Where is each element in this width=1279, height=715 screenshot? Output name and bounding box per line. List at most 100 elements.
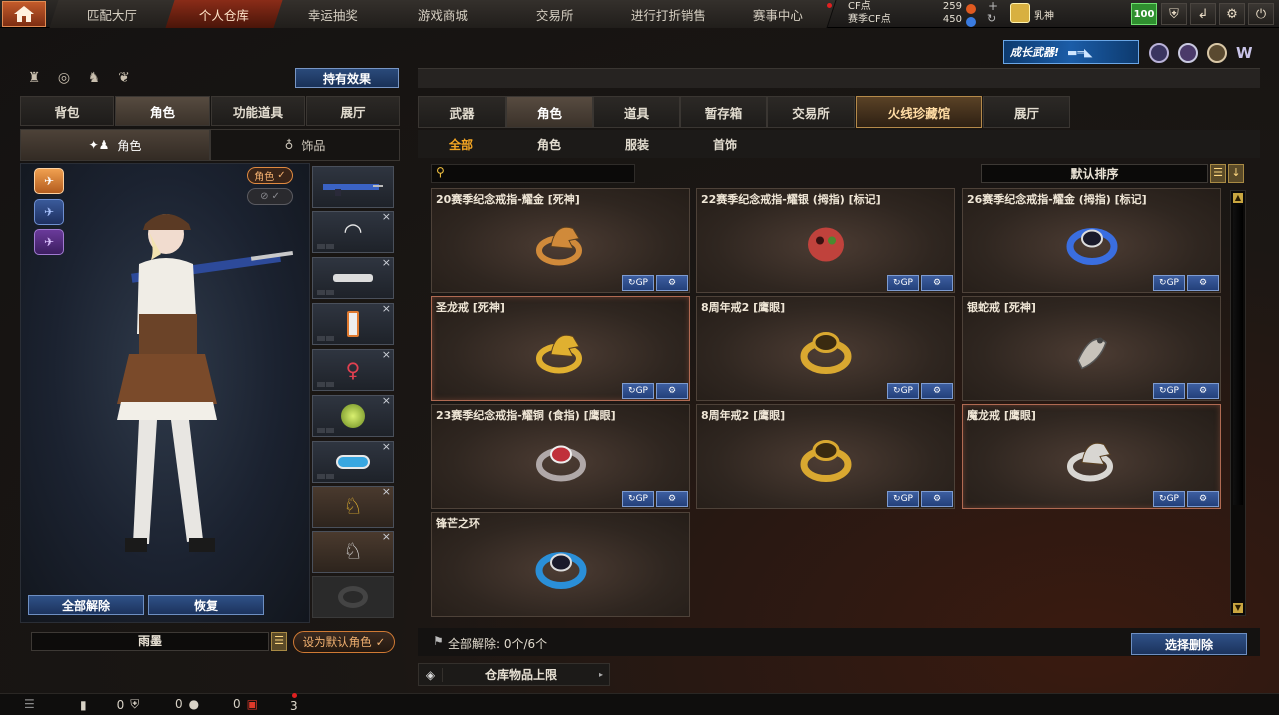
menu-icon[interactable]: ☰ bbox=[24, 697, 35, 711]
settings-icon[interactable]: ⚙ bbox=[1219, 3, 1245, 25]
close-icon[interactable]: × bbox=[382, 394, 391, 407]
filter-all[interactable]: 全部 bbox=[449, 136, 473, 153]
close-icon[interactable]: × bbox=[382, 256, 391, 269]
left-tab-showroom[interactable]: 展厅 bbox=[306, 96, 400, 126]
nav-tab-match-lobby[interactable]: 匹配大厅 bbox=[49, 0, 177, 28]
exchange-gp-button[interactable]: ↻ GP bbox=[887, 275, 919, 291]
exchange-gp-button[interactable]: ↻ GP bbox=[1153, 383, 1185, 399]
home-button[interactable] bbox=[2, 1, 46, 27]
search-input[interactable]: ⚲ bbox=[431, 164, 635, 183]
sort-direction-icon[interactable]: ↓ bbox=[1228, 164, 1244, 183]
filter-clothing[interactable]: 服装 bbox=[625, 136, 649, 153]
accessory-icon[interactable]: ❦ bbox=[115, 70, 133, 86]
sort-dropdown[interactable]: 默认排序 bbox=[981, 164, 1208, 183]
toggle-hide[interactable]: ⊘ ✓ bbox=[247, 188, 293, 205]
scroll-up-icon[interactable]: ▲ bbox=[1233, 193, 1243, 203]
exchange-gp-button[interactable]: ↻ GP bbox=[622, 383, 654, 399]
item-card[interactable]: 23赛季纪念戒指-耀铜 (食指) [鹰眼] ↻ GP ⚙ bbox=[431, 404, 690, 509]
sort-list-icon[interactable]: ☰ bbox=[1210, 164, 1226, 183]
exchange-gp-button[interactable]: ↻ GP bbox=[622, 491, 654, 507]
item-card[interactable]: 8周年戒2 [鹰眼] ↻ GP ⚙ bbox=[696, 404, 955, 509]
subtab-character[interactable]: ✦♟ 角色 bbox=[20, 129, 210, 161]
right-tab-weapons[interactable]: 武器 bbox=[418, 96, 506, 128]
slot-ring-gold[interactable]: × ♘ bbox=[312, 485, 394, 528]
target-icon[interactable]: ◎ bbox=[55, 70, 73, 86]
badge-icon-1[interactable] bbox=[1149, 43, 1169, 63]
exchange-gp-button[interactable]: ↻ GP bbox=[622, 275, 654, 291]
badge-icon-3[interactable] bbox=[1207, 43, 1227, 63]
close-icon[interactable]: × bbox=[382, 485, 391, 498]
left-tab-backpack[interactable]: 背包 bbox=[20, 96, 114, 126]
badge-icon-4[interactable]: W bbox=[1236, 44, 1253, 62]
right-tab-temp-box[interactable]: 暂存箱 bbox=[680, 96, 767, 128]
avatar[interactable] bbox=[1010, 3, 1030, 23]
slot-pendant[interactable]: × ♀ bbox=[312, 348, 394, 391]
right-tab-items[interactable]: 道具 bbox=[593, 96, 680, 128]
character-name-field[interactable]: 雨墨 bbox=[31, 632, 269, 651]
nav-tab-event-center[interactable]: 赛事中心 bbox=[721, 0, 837, 28]
item-settings-button[interactable]: ⚙ bbox=[656, 383, 688, 399]
item-settings-button[interactable]: ⚙ bbox=[656, 491, 688, 507]
slot-headphones[interactable]: × ◠ bbox=[312, 210, 394, 253]
filter-character[interactable]: 角色 bbox=[537, 136, 561, 153]
restore-button[interactable]: 恢复 bbox=[148, 595, 264, 615]
refresh-icon[interactable]: ↻ bbox=[987, 12, 996, 25]
scrollbar[interactable]: ▲ ▼ bbox=[1230, 190, 1246, 616]
filter-jewelry[interactable]: 首饰 bbox=[713, 136, 737, 153]
item-card[interactable]: 8周年戒2 [鹰眼] ↻ GP ⚙ bbox=[696, 296, 955, 401]
name-list-icon[interactable]: ☰ bbox=[271, 632, 287, 651]
subtab-accessories[interactable]: ♁ 饰品 bbox=[210, 129, 400, 161]
hold-effect-button[interactable]: 持有效果 bbox=[295, 68, 399, 88]
shield-icon[interactable]: ⛨ bbox=[1161, 3, 1187, 25]
nav-tab-lucky-draw[interactable]: 幸运抽奖 bbox=[273, 0, 395, 28]
item-settings-button[interactable]: ⚙ bbox=[1187, 383, 1219, 399]
badge-icon-2[interactable] bbox=[1178, 43, 1198, 63]
character-icon[interactable]: ♞ bbox=[85, 70, 103, 86]
exchange-gp-button[interactable]: ↻ GP bbox=[1153, 491, 1185, 507]
close-icon[interactable]: × bbox=[382, 440, 391, 453]
slot-weapon[interactable] bbox=[312, 166, 394, 208]
stats-icon[interactable]: ♜ bbox=[25, 70, 43, 86]
power-icon[interactable]: ⏻ bbox=[1248, 3, 1274, 25]
slot-bracelet[interactable]: × bbox=[312, 440, 394, 483]
item-card[interactable]: 26赛季纪念戒指-耀金 (拇指) [标记] ↻ GP ⚙ bbox=[962, 188, 1221, 293]
right-tab-collection-hall[interactable]: 火线珍藏馆 bbox=[856, 96, 982, 128]
item-settings-button[interactable]: ⚙ bbox=[656, 275, 688, 291]
bottom-item-chat[interactable]: 0 ● bbox=[175, 697, 199, 711]
bookmark-icon[interactable]: ⚑ bbox=[433, 634, 444, 648]
right-tab-exchange[interactable]: 交易所 bbox=[767, 96, 855, 128]
slot-empty-ring[interactable] bbox=[312, 576, 394, 618]
emblem-eagle-blue[interactable]: ✈ bbox=[34, 199, 64, 225]
slot-radio[interactable]: × bbox=[312, 302, 394, 345]
exchange-gp-button[interactable]: ↻ GP bbox=[1153, 275, 1185, 291]
left-tab-character[interactable]: 角色 bbox=[115, 96, 210, 126]
close-icon[interactable]: × bbox=[382, 210, 391, 223]
toggle-character[interactable]: 角色 ✓ bbox=[247, 167, 293, 184]
item-card[interactable]: 锋芒之环 bbox=[431, 512, 690, 617]
item-card[interactable]: 圣龙戒 [死神] ↻ GP ⚙ bbox=[431, 296, 690, 401]
left-tab-function-items[interactable]: 功能道具 bbox=[211, 96, 305, 126]
item-settings-button[interactable]: ⚙ bbox=[921, 383, 953, 399]
exchange-gp-button[interactable]: ↻ GP bbox=[887, 491, 919, 507]
close-icon[interactable]: × bbox=[382, 348, 391, 361]
right-tab-showroom[interactable]: 展厅 bbox=[983, 96, 1070, 128]
clear-all-button[interactable]: 全部解除 bbox=[28, 595, 144, 615]
item-card[interactable]: 22赛季纪念戒指-耀银 (拇指) [标记] ↻ GP ⚙ bbox=[696, 188, 955, 293]
select-delete-button[interactable]: 选择删除 bbox=[1131, 633, 1247, 655]
item-settings-button[interactable]: ⚙ bbox=[921, 275, 953, 291]
emblem-eagle-purple[interactable]: ✈ bbox=[34, 229, 64, 255]
nav-tab-personal-storage[interactable]: 个人仓库 bbox=[165, 0, 285, 28]
nav-tab-exchange[interactable]: 交易所 bbox=[493, 0, 617, 28]
item-settings-button[interactable]: ⚙ bbox=[921, 491, 953, 507]
slot-ring-silver[interactable]: × ♘ bbox=[312, 530, 394, 573]
item-card[interactable]: 20赛季纪念戒指-耀金 [死神] ↻ GP ⚙ bbox=[431, 188, 690, 293]
scroll-down-icon[interactable]: ▼ bbox=[1233, 603, 1243, 613]
slot-goggles[interactable]: × bbox=[312, 256, 394, 299]
close-icon[interactable]: × bbox=[382, 530, 391, 543]
item-card[interactable]: 银蛇戒 [死神] ↻ GP ⚙ bbox=[962, 296, 1221, 401]
right-tab-character[interactable]: 角色 bbox=[506, 96, 593, 128]
exchange-gp-button[interactable]: ↻ GP bbox=[887, 383, 919, 399]
exit-icon[interactable]: ↲ bbox=[1190, 3, 1216, 25]
nav-tab-game-store[interactable]: 游戏商城 bbox=[383, 0, 505, 28]
bottom-item-inventory[interactable]: ▮ 0 ⛨ bbox=[80, 697, 139, 712]
